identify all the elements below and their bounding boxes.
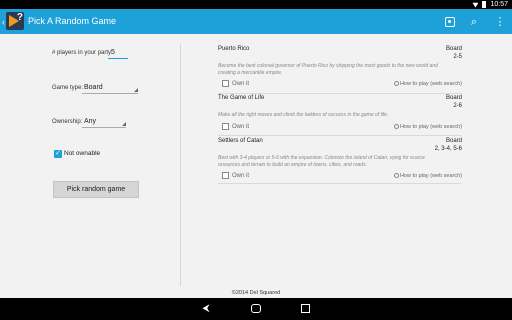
players-input[interactable]: 5 (108, 48, 128, 59)
pick-random-game-button[interactable]: Pick random game (53, 181, 139, 198)
own-it-checkbox[interactable] (222, 172, 229, 179)
back-icon[interactable]: ⮜ (198, 303, 214, 315)
system-nav-bar: ⮜ (0, 298, 512, 320)
own-it-label[interactable]: Own it (232, 173, 249, 179)
game-name: The Game of Life (218, 95, 265, 101)
divider (218, 135, 462, 136)
own-it-label[interactable]: Own it (232, 124, 249, 130)
wifi-icon (472, 2, 479, 8)
status-time: 10:57 (490, 1, 508, 8)
dropdown-arrow-icon (122, 122, 126, 126)
how-to-play-label: How to play (web search) (399, 81, 462, 87)
not-ownable-checkbox[interactable]: ✓ (54, 150, 62, 158)
how-to-play-link[interactable]: How to play (web search) (393, 173, 462, 179)
globe-icon (393, 124, 399, 130)
options-panel (0, 34, 180, 286)
action-bar: ‹ ? Pick A Random Game ⌕ ⋮ (0, 9, 512, 34)
game-players: 2-5 (453, 54, 462, 60)
copyright-text: ©2014 Del Squared (231, 290, 281, 296)
game-description: Become the best colonial governor of Pue… (218, 63, 438, 76)
battery-icon (482, 1, 487, 8)
game-type: Board (445, 95, 462, 101)
game-players: 2-6 (453, 103, 462, 109)
players-label: # players in your party: (52, 50, 113, 56)
app-title: Pick A Random Game (28, 16, 117, 26)
own-it-checkbox[interactable] (222, 123, 229, 130)
status-bar: 10:57 (0, 0, 512, 9)
panel-divider (180, 44, 181, 286)
app-logo-icon[interactable]: ? (6, 12, 24, 30)
how-to-play-label: How to play (web search) (399, 124, 462, 130)
overflow-menu-icon[interactable]: ⋮ (492, 14, 508, 30)
recent-apps-icon[interactable] (298, 303, 314, 315)
how-to-play-label: How to play (web search) (399, 173, 462, 179)
ownership-label: Ownership: (52, 119, 83, 125)
dice-icon[interactable] (442, 14, 458, 30)
own-it-label[interactable]: Own it (232, 81, 249, 87)
game-type-select[interactable]: Board (82, 83, 138, 94)
search-icon[interactable]: ⌕ (466, 14, 482, 30)
dropdown-arrow-icon (134, 88, 138, 92)
how-to-play-link[interactable]: How to play (web search) (393, 124, 462, 130)
game-item: Settlers of Catan Board 2, 3-4, 5-6 Best… (218, 138, 462, 184)
game-players: 2, 3-4, 5-6 (434, 146, 462, 152)
game-description: Make all the right moves and climb the l… (218, 112, 389, 118)
game-item: The Game of Life Board 2-6 Make all the … (218, 95, 462, 136)
divider (218, 183, 462, 184)
how-to-play-link[interactable]: How to play (web search) (393, 81, 462, 87)
game-type: Board (445, 138, 462, 144)
up-caret-icon[interactable]: ‹ (2, 17, 5, 27)
game-name: Settlers of Catan (218, 138, 263, 144)
not-ownable-label[interactable]: Not ownable (64, 150, 100, 157)
globe-icon (393, 173, 399, 179)
game-description: Best with 3-4 players or 5-6 with the ex… (218, 155, 425, 168)
game-name: Puerto Rico (218, 46, 250, 52)
game-type: Board (445, 46, 462, 52)
home-icon[interactable] (248, 303, 264, 315)
globe-icon (393, 81, 399, 87)
game-type-value: Board (84, 84, 103, 91)
ownership-select[interactable]: Any (82, 117, 126, 128)
divider (218, 93, 462, 94)
ownership-value: Any (84, 118, 97, 125)
own-it-checkbox[interactable] (222, 80, 229, 87)
game-item: Puerto Rico Board 2-5 Become the best co… (218, 46, 462, 96)
game-type-label: Game type: (52, 85, 84, 91)
